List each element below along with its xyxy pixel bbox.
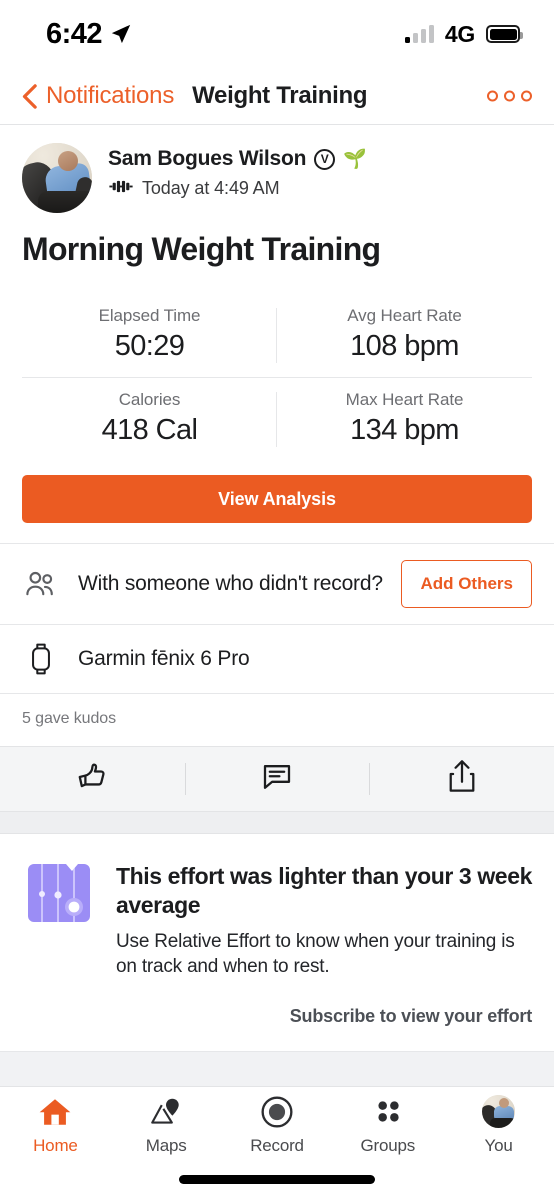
back-button[interactable]: Notifications (22, 82, 174, 110)
cellular-signal-icon (404, 25, 434, 43)
view-analysis-wrap: View Analysis (0, 461, 554, 543)
battery-full-icon (486, 25, 523, 43)
back-button-label: Notifications (46, 82, 175, 109)
stat-label: Max Heart Rate (345, 390, 464, 409)
stat-elapsed-time: Elapsed Time 50:29 (22, 294, 277, 377)
social-action-bar (0, 746, 554, 812)
sprout-emoji-icon: 🌱 (343, 148, 367, 170)
status-bar-right: 4G (404, 20, 523, 48)
home-indicator (179, 1175, 375, 1184)
add-others-text: With someone who didn't record? (78, 571, 383, 595)
subscribe-link[interactable]: Subscribe to view your effort (0, 980, 554, 1051)
tab-bar: Home Maps Record Groups You (0, 1086, 554, 1169)
tab-label: Groups (360, 1135, 416, 1155)
people-icon (22, 569, 60, 599)
page-title: Weight Training (192, 82, 368, 109)
verified-badge-icon: V (314, 148, 336, 170)
athlete-meta: Today at 4:49 AM (108, 178, 367, 199)
device-row: Garmin fēnix 6 Pro (0, 624, 554, 693)
nav-bar: Notifications Weight Training (0, 68, 554, 124)
promo-body: This effort was lighter than your 3 week… (116, 860, 532, 980)
view-analysis-button[interactable]: View Analysis (22, 475, 532, 523)
chevron-left-icon (22, 83, 37, 109)
status-bar: 6:42 4G (0, 0, 554, 68)
stat-value: 134 bpm (350, 414, 459, 446)
location-arrow-icon (110, 23, 132, 45)
status-bar-left: 6:42 (46, 18, 132, 51)
kudos-button[interactable] (0, 747, 185, 811)
promo-title: This effort was lighter than your 3 week… (116, 863, 532, 919)
overflow-menu-icon[interactable] (487, 90, 532, 102)
athlete-name-row: Sam Bogues Wilson V 🌱 (108, 147, 367, 171)
bottom-gap (0, 1050, 554, 1087)
stats-grid: Elapsed Time 50:29 Avg Heart Rate 108 bp… (0, 268, 554, 461)
tab-groups[interactable]: Groups (332, 1095, 443, 1156)
comment-icon (259, 760, 295, 799)
stats-row: Elapsed Time 50:29 Avg Heart Rate 108 bp… (22, 294, 532, 377)
stat-label: Avg Heart Rate (347, 306, 462, 325)
tab-you[interactable]: You (443, 1095, 554, 1156)
athlete-info: Sam Bogues Wilson V 🌱 Today at 4:49 AM (108, 143, 367, 199)
comment-button[interactable] (184, 747, 370, 811)
stat-label: Elapsed Time (98, 306, 201, 325)
stat-value: 108 bpm (350, 330, 459, 362)
tab-label: You (484, 1135, 513, 1155)
groups-icon (371, 1095, 405, 1129)
app-screen: 6:42 4G Notifications Weight Training Sa… (0, 0, 554, 1200)
profile-avatar-icon (482, 1095, 516, 1129)
stat-calories: Calories 418 Cal (22, 378, 277, 461)
device-name: Garmin fēnix 6 Pro (78, 646, 250, 670)
stat-label: Calories (118, 390, 181, 409)
stats-row: Calories 418 Cal Max Heart Rate 134 bpm (22, 377, 532, 461)
add-others-row: With someone who didn't record? Add Othe… (0, 543, 554, 624)
activity-date: Today at 4:49 AM (142, 178, 280, 198)
tab-home[interactable]: Home (0, 1095, 111, 1156)
stat-max-heart-rate: Max Heart Rate 134 bpm (277, 378, 532, 461)
tab-record[interactable]: Record (222, 1095, 333, 1156)
watch-icon (22, 641, 60, 677)
share-icon (445, 758, 479, 801)
add-others-button[interactable]: Add Others (401, 560, 532, 608)
stat-value: 50:29 (114, 330, 185, 362)
dumbbell-icon (108, 180, 134, 198)
activity-title: Morning Weight Training (22, 231, 381, 267)
section-gap (0, 812, 554, 834)
status-time: 6:42 (46, 17, 103, 50)
relative-effort-promo[interactable]: This effort was lighter than your 3 week… (0, 834, 554, 980)
avatar[interactable] (22, 143, 92, 213)
tab-label: Record (250, 1135, 304, 1155)
maps-icon (148, 1095, 184, 1129)
athlete-name[interactable]: Sam Bogues Wilson (108, 147, 306, 171)
record-icon (260, 1095, 294, 1129)
stat-value: 418 Cal (101, 414, 198, 446)
kudos-count[interactable]: 5 gave kudos (0, 693, 554, 746)
stat-avg-heart-rate: Avg Heart Rate 108 bpm (277, 294, 532, 377)
network-label: 4G (444, 20, 475, 47)
athlete-header[interactable]: Sam Bogues Wilson V 🌱 Today at 4:49 AM (0, 125, 554, 213)
tab-label: Home (33, 1135, 78, 1155)
share-button[interactable] (369, 747, 554, 811)
tab-maps[interactable]: Maps (111, 1095, 222, 1156)
tab-label: Maps (145, 1135, 187, 1155)
relative-effort-icon (22, 860, 96, 934)
kudos-icon (74, 759, 110, 800)
promo-subtitle: Use Relative Effort to know when your tr… (116, 931, 515, 978)
home-icon (37, 1095, 73, 1129)
